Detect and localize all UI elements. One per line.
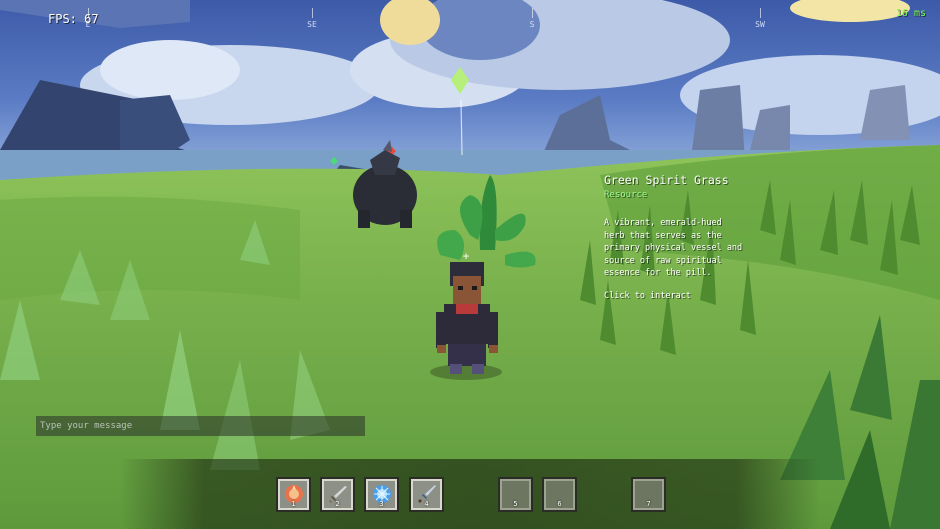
tooltip-title: Green Spirit Grass [604, 173, 729, 187]
compass-east: E [85, 20, 91, 29]
slot-number: 6 [557, 500, 562, 508]
compass-southwest: SW [755, 20, 765, 29]
compass-tick [532, 8, 533, 18]
hotbar-slot-2[interactable]: 2 [320, 477, 355, 512]
hotbar-slot-7[interactable]: 7 [631, 477, 666, 512]
chat-input[interactable] [36, 416, 365, 436]
compass-tick [760, 8, 761, 18]
fps-counter: FPS: 67 [48, 12, 99, 26]
resource-tooltip: Green Spirit Grass Resource A vibrant, e… [604, 174, 744, 302]
hotbar-slot-4[interactable]: 4 [409, 477, 444, 512]
crosshair-icon: + [462, 249, 470, 263]
compass-tick [88, 8, 89, 18]
hotbar-slot-5[interactable]: 5 [498, 477, 533, 512]
hotbar-slot-1[interactable]: 1 [276, 477, 311, 512]
slot-number: 7 [646, 500, 651, 508]
slot-number: 5 [513, 500, 518, 508]
compass-south: S [529, 20, 535, 29]
hotbar-slot-3[interactable]: 3 [364, 477, 399, 512]
game-world-scene[interactable] [0, 0, 940, 529]
tooltip-type: Resource [604, 189, 648, 200]
slot-number: 4 [424, 500, 429, 508]
slot-number: 2 [335, 500, 340, 508]
compass-tick [312, 8, 313, 18]
hotbar-slot-6[interactable]: 6 [542, 477, 577, 512]
slot-number: 1 [291, 500, 296, 508]
compass-southeast: SE [307, 20, 317, 29]
hotbar [120, 459, 820, 529]
slot-number: 3 [379, 500, 384, 508]
ping-indicator: 16 ms [895, 8, 926, 19]
tooltip-hint: Click to interact [604, 290, 691, 301]
tooltip-description: A vibrant, emerald-hued herb that serves… [604, 218, 743, 278]
